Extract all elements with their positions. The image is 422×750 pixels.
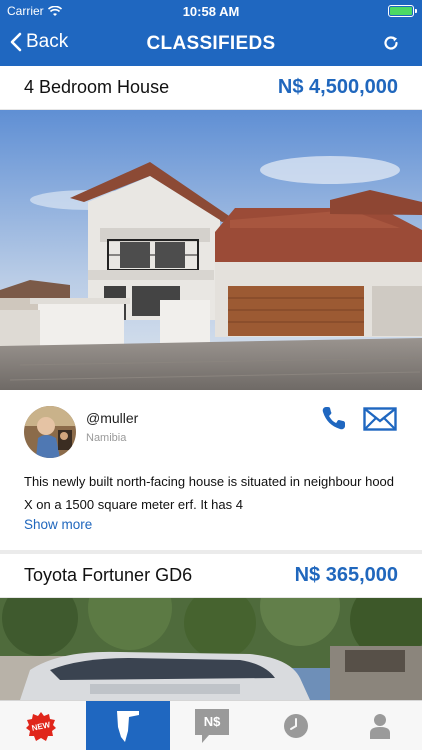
back-label: Back bbox=[26, 31, 69, 52]
price-icon: N$ bbox=[193, 707, 231, 745]
tab-profile[interactable] bbox=[338, 701, 422, 750]
header: Carrier 10:58 AM Back CLASSIFIEDS bbox=[0, 0, 422, 66]
listing-description: This newly built north-facing house is s… bbox=[24, 474, 395, 512]
avatar[interactable] bbox=[24, 406, 76, 458]
mail-icon[interactable] bbox=[363, 407, 397, 431]
namibia-map-icon bbox=[117, 711, 139, 742]
clock-icon bbox=[284, 714, 308, 738]
battery-icon bbox=[388, 5, 417, 17]
listing-title: 4 Bedroom House bbox=[24, 77, 170, 97]
nav-bar: Back CLASSIFIEDS bbox=[0, 22, 422, 66]
show-more-link[interactable]: Show more bbox=[24, 517, 92, 532]
tab-bar: NEW N$ bbox=[0, 700, 422, 750]
listing-price-2: N$ 365,000 bbox=[294, 564, 398, 586]
listing-price: N$ 4,500,000 bbox=[277, 76, 398, 98]
status-bar: Carrier 10:58 AM bbox=[0, 0, 422, 22]
new-icon: NEW bbox=[26, 712, 56, 742]
chevron-left-icon bbox=[10, 32, 22, 52]
tab-namibia[interactable] bbox=[86, 701, 170, 750]
phone-icon[interactable] bbox=[320, 404, 348, 432]
tab-history[interactable] bbox=[254, 701, 338, 750]
listing-title-2: Toyota Fortuner GD6 bbox=[24, 565, 193, 585]
tab-price[interactable]: N$ bbox=[170, 701, 254, 750]
listing-details: @muller Namibia This newly built north-f… bbox=[0, 390, 422, 550]
back-button[interactable]: Back bbox=[10, 31, 68, 53]
profile-icon bbox=[370, 714, 390, 739]
listing-photo-car[interactable] bbox=[0, 598, 422, 700]
seller-handle[interactable]: @muller bbox=[86, 410, 138, 426]
listing-photo-house[interactable] bbox=[0, 110, 422, 390]
price-icon-glyph: N$ bbox=[203, 714, 221, 729]
status-time: 10:58 AM bbox=[182, 4, 240, 19]
listing-header-2[interactable]: Toyota Fortuner GD6 N$ 365,000 bbox=[0, 554, 422, 598]
seller-location: Namibia bbox=[86, 432, 127, 444]
listing-header[interactable]: 4 Bedroom House N$ 4,500,000 bbox=[0, 66, 422, 110]
refresh-icon[interactable] bbox=[382, 34, 400, 52]
tab-new[interactable]: NEW bbox=[0, 701, 84, 750]
